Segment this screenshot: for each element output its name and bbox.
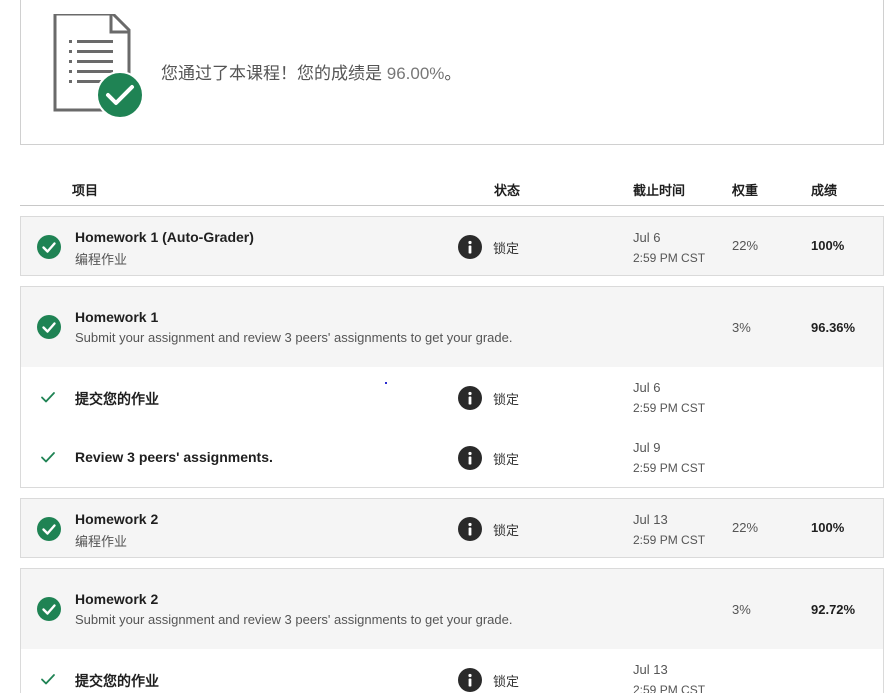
info-icon[interactable] [458, 517, 482, 541]
column-header-weight: 权重 [732, 183, 759, 198]
assignment-row[interactable]: Homework 2 编程作业 锁定 Jul 13 2:59 PM CST 22… [21, 499, 883, 557]
info-icon[interactable] [458, 235, 482, 259]
completed-check-icon [37, 517, 61, 541]
due-date: Jul 6 [633, 380, 661, 395]
subtask-title[interactable]: 提交您的作业 [75, 671, 159, 691]
grade-value: 96.36% [811, 320, 856, 335]
grade-value: 100% [811, 520, 845, 535]
completed-check-icon [37, 597, 61, 621]
weight-value: 3% [732, 602, 751, 617]
grades-page: 您通过了本课程！您的成绩是 96.00%。 项目 状态 截止时间 权重 成绩 H… [0, 0, 892, 693]
status-label: 锁定 [493, 674, 520, 689]
assignment-group: Homework 1 (Auto-Grader) 编程作业 锁定 Jul 6 2… [20, 216, 884, 276]
assignment-row[interactable]: Homework 2 Submit your assignment and re… [21, 569, 883, 649]
info-icon[interactable] [458, 386, 482, 410]
subtask-row[interactable]: 提交您的作业 锁定 Jul 6 2:59 PM CST [21, 367, 883, 427]
completed-check-icon [37, 235, 61, 259]
assignment-row[interactable]: Homework 1 (Auto-Grader) 编程作业 锁定 Jul 6 2… [21, 217, 883, 275]
subtask-row[interactable]: 提交您的作业 锁定 Jul 13 2:59 PM CST [21, 649, 883, 693]
assignment-title[interactable]: Homework 1 (Auto-Grader) [75, 229, 254, 245]
grade-value: 100% [811, 238, 845, 253]
assignment-title[interactable]: Homework 1 [75, 309, 158, 325]
column-header-status: 状态 [494, 183, 521, 198]
assignment-title[interactable]: Homework 2 [75, 511, 158, 527]
assignment-type: 编程作业 [75, 534, 128, 549]
status-label: 锁定 [493, 523, 520, 538]
assignment-description: Submit your assignment and review 3 peer… [75, 612, 513, 627]
assignment-type: 编程作业 [75, 252, 128, 267]
due-date: Jul 13 [633, 662, 668, 677]
info-icon[interactable] [458, 668, 482, 692]
assignment-title[interactable]: Homework 2 [75, 591, 158, 607]
cursor-dot [385, 382, 387, 384]
final-grade: 96.00% [386, 64, 445, 83]
column-header-grade: 成绩 [811, 183, 838, 198]
checkmark-icon [41, 674, 55, 685]
due-time: 2:59 PM CST [633, 251, 706, 265]
status-label: 锁定 [493, 392, 520, 407]
info-icon[interactable] [458, 446, 482, 470]
assignment-row[interactable]: Homework 1 Submit your assignment and re… [21, 287, 883, 367]
completed-check-icon [37, 315, 61, 339]
due-date: Jul 6 [633, 230, 661, 245]
document-check-icon [53, 12, 145, 120]
assignment-description: Submit your assignment and review 3 peer… [75, 330, 513, 345]
due-date: Jul 13 [633, 512, 668, 527]
assignment-group: Homework 2 Submit your assignment and re… [20, 568, 884, 693]
status-label: 锁定 [493, 241, 520, 256]
grades-table-header: 项目 状态 截止时间 权重 成绩 [20, 170, 884, 206]
weight-value: 22% [732, 238, 759, 253]
subtask-row[interactable]: Review 3 peers' assignments. 锁定 Jul 9 2:… [21, 427, 883, 487]
weight-value: 3% [732, 320, 751, 335]
status-label: 锁定 [493, 452, 520, 467]
assignment-group: Homework 2 编程作业 锁定 Jul 13 2:59 PM CST 22… [20, 498, 884, 558]
subtask-title[interactable]: Review 3 peers' assignments. [75, 449, 273, 465]
course-passed-message: 您通过了本课程！您的成绩是 96.00%。 [161, 64, 462, 83]
due-time: 2:59 PM CST [633, 461, 706, 475]
checkmark-icon [41, 452, 55, 463]
due-date: Jul 9 [633, 440, 661, 455]
column-header-due: 截止时间 [633, 183, 686, 198]
weight-value: 22% [732, 520, 759, 535]
assignment-group: Homework 1 Submit your assignment and re… [20, 286, 884, 488]
subtask-title[interactable]: 提交您的作业 [75, 389, 159, 409]
course-passed-banner: 您通过了本课程！您的成绩是 96.00%。 [20, 0, 884, 145]
grade-value: 92.72% [811, 602, 856, 617]
column-header-item: 项目 [72, 183, 99, 198]
due-time: 2:59 PM CST [633, 683, 706, 693]
due-time: 2:59 PM CST [633, 401, 706, 415]
checkmark-icon [41, 392, 55, 403]
due-time: 2:59 PM CST [633, 533, 706, 547]
